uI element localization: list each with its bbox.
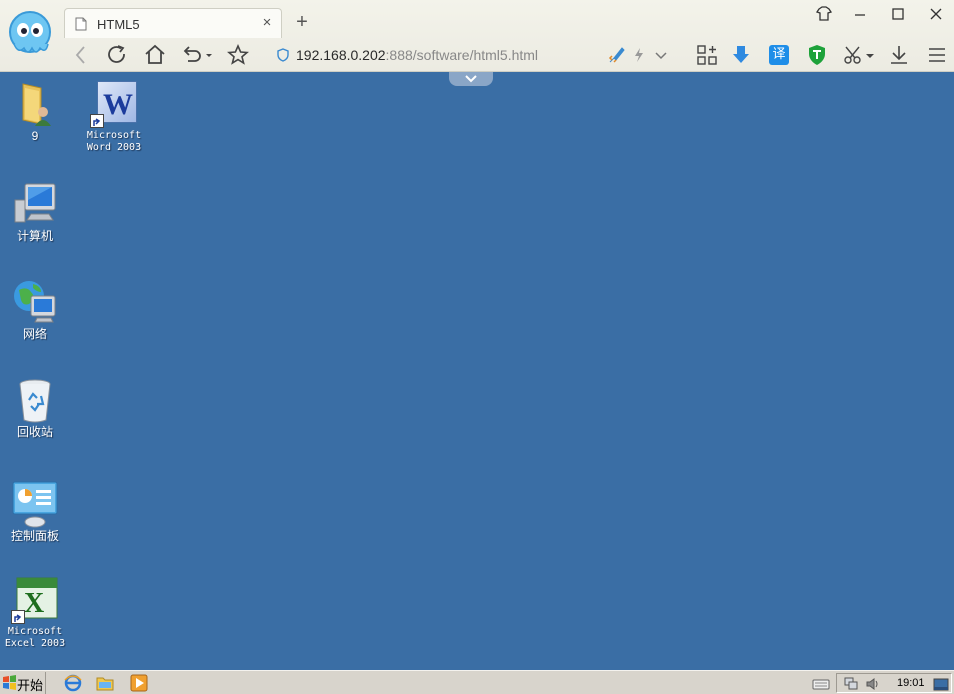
shortcut-arrow-icon	[90, 114, 104, 128]
internet-explorer-icon[interactable]	[64, 674, 82, 692]
shortcut-arrow-icon	[11, 610, 25, 624]
network-icon	[14, 281, 56, 323]
computer-icon	[14, 183, 56, 223]
tab-title: HTML5	[97, 17, 140, 32]
remote-desktop[interactable]: 9 W Microsoft Word 2003 计算机 网络 回收站 控制面板 …	[0, 72, 954, 670]
desktop-icon-control-panel[interactable]: 控制面板	[0, 480, 70, 543]
control-panel-icon	[12, 481, 58, 528]
back-icon[interactable]	[68, 42, 94, 68]
svg-text:W: W	[103, 88, 133, 121]
desktop-icon-label: 网络	[22, 327, 47, 341]
svg-text:X: X	[24, 588, 44, 619]
tab-close-button[interactable]: ×	[259, 14, 275, 31]
new-tab-button[interactable]: +	[292, 10, 312, 34]
keyboard-icon[interactable]	[812, 675, 830, 693]
desktop-icon-excel[interactable]: X Microsoft Excel 2003	[0, 576, 70, 650]
media-player-icon[interactable]	[130, 674, 148, 692]
home-icon[interactable]	[142, 42, 168, 68]
volume-icon[interactable]	[865, 676, 881, 692]
minimize-icon[interactable]	[846, 2, 874, 26]
apps-icon[interactable]	[694, 42, 720, 68]
star-icon[interactable]	[225, 42, 251, 68]
network-status-icon[interactable]	[843, 676, 859, 692]
scissors-icon[interactable]	[840, 42, 866, 68]
desktop-icon-word[interactable]: W Microsoft Word 2003	[79, 80, 149, 154]
maximize-icon[interactable]	[884, 2, 912, 26]
url-text[interactable]: 192.168.0.202:888/software/html5.html	[296, 47, 538, 63]
address-dropdown-icon[interactable]	[648, 42, 674, 68]
file-explorer-icon[interactable]	[96, 674, 114, 692]
chevron-down-icon	[465, 75, 477, 83]
translate-icon: 译	[769, 45, 789, 65]
refresh-icon[interactable]	[104, 42, 130, 68]
document-icon	[75, 17, 87, 31]
scissors-dropdown-icon[interactable]	[864, 42, 876, 68]
desktop-icon-label: 9	[31, 129, 39, 143]
taskbar: 开始 19:01	[0, 670, 954, 694]
url-host: 192.168.0.202	[296, 47, 386, 63]
menu-icon[interactable]	[924, 42, 950, 68]
recycle-bin-icon	[19, 379, 51, 423]
url-path: :888/software/html5.html	[385, 47, 539, 63]
download-icon[interactable]	[886, 42, 912, 68]
show-desktop-icon[interactable]	[933, 676, 949, 692]
start-label: 开始	[17, 678, 44, 693]
user-folder-icon	[22, 83, 51, 126]
desktop-icon-label: 回收站	[16, 425, 53, 439]
start-button[interactable]: 开始	[0, 672, 46, 694]
desktop-icon-network[interactable]: 网络	[0, 278, 70, 341]
browser-chrome: HTML5 × + 192.168.0.202:888/software/htm…	[0, 0, 954, 72]
desktop-icon-label: 控制面板	[10, 529, 59, 543]
toolbar-collapse-handle[interactable]	[449, 72, 493, 86]
desktop-icon-label: Microsoft Word 2003	[86, 130, 142, 153]
security-shield-icon[interactable]	[804, 42, 830, 68]
clock[interactable]: 19:01	[897, 677, 925, 689]
secure-shield-icon	[277, 48, 289, 62]
desktop-icon-user-folder[interactable]: 9	[0, 80, 70, 143]
desktop-icon-computer[interactable]: 计算机	[0, 180, 70, 243]
download-arrow-icon[interactable]	[728, 42, 754, 68]
navigation-bar: 192.168.0.202:888/software/html5.html 译	[0, 38, 954, 72]
translate-button[interactable]: 译	[766, 42, 792, 68]
desktop-icon-label: 计算机	[16, 229, 53, 243]
desktop-icon-label: Microsoft Excel 2003	[4, 626, 66, 649]
system-tray: 19:01	[836, 673, 952, 693]
windows-logo-icon	[3, 675, 16, 690]
desktop-icon-recycle-bin[interactable]: 回收站	[0, 376, 70, 439]
close-window-icon[interactable]	[922, 2, 950, 26]
tab-html5[interactable]: HTML5 ×	[64, 8, 282, 38]
skin-icon[interactable]	[810, 2, 838, 26]
undo-dropdown-icon[interactable]	[202, 42, 216, 68]
